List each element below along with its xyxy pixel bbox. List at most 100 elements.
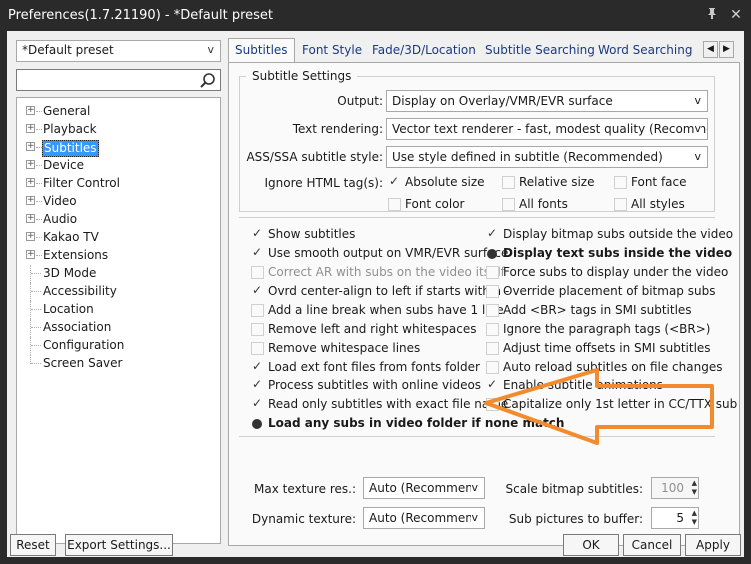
ok-button[interactable]: OK — [563, 534, 619, 556]
checkbox-check-icon — [251, 226, 264, 241]
spin-down-icon[interactable]: ▼ — [688, 518, 697, 527]
sub-pictures-buffer-spinner[interactable]: 5 ▲ ▼ — [651, 507, 699, 529]
expand-icon[interactable]: + — [26, 178, 35, 187]
checkbox-box-icon — [388, 198, 401, 211]
chevron-down-icon: v — [207, 43, 214, 56]
tab-font-style[interactable]: Font Style — [296, 41, 368, 62]
tree-item-filter-control[interactable]: + Filter Control — [17, 175, 220, 193]
tree-item-device[interactable]: + Device — [17, 157, 220, 175]
checkbox-box-icon — [486, 323, 499, 336]
export-settings-button[interactable]: Export Settings... — [65, 534, 173, 556]
tree-item-general[interactable]: + General — [17, 103, 220, 121]
chevron-down-icon: v — [694, 150, 701, 163]
checkbox-box-icon — [251, 266, 264, 279]
tab-bar: Subtitles Font Style Fade/3D/Location Su… — [228, 38, 743, 63]
radio-dot-icon — [487, 249, 497, 259]
expand-icon[interactable]: + — [26, 106, 35, 115]
tab-scroll-left-icon[interactable]: ◀ — [703, 41, 718, 58]
expand-icon[interactable]: + — [26, 196, 35, 205]
tree-item-location[interactable]: Location — [17, 301, 220, 319]
tab-subtitle-searching[interactable]: Subtitle Searching — [479, 41, 601, 62]
max-texture-select[interactable]: Auto (Recommen v — [363, 477, 485, 499]
tree-item-3d-mode[interactable]: 3D Mode — [17, 265, 220, 283]
checkbox-box-icon — [486, 398, 499, 411]
chevron-down-icon: v — [694, 94, 701, 107]
tree-item-screen-saver[interactable]: Screen Saver — [17, 355, 220, 373]
preferences-window: Preferences(1.7.21190) - *Default preset… — [0, 0, 751, 564]
checkbox-check-icon — [251, 359, 264, 374]
subtitle-settings-group: Subtitle Settings Output: Display on Ove… — [239, 69, 715, 212]
dynamic-texture-label: Dynamic texture: — [251, 512, 356, 526]
dynamic-texture-select[interactable]: Auto (Recommen v — [363, 507, 485, 529]
checkbox-box-icon — [502, 176, 515, 189]
max-texture-label: Max texture res.: — [254, 482, 356, 496]
chevron-down-icon: v — [694, 122, 701, 135]
cancel-button[interactable]: Cancel — [623, 534, 681, 556]
tab-word-searching[interactable]: Word Searching — [592, 41, 698, 62]
pin-icon[interactable] — [702, 5, 722, 25]
spin-up-icon[interactable]: ▲ — [688, 479, 697, 488]
checkbox-check-icon — [251, 396, 264, 411]
preset-value: *Default preset — [22, 43, 114, 57]
checkbox-check-icon — [251, 245, 264, 260]
tree-item-extensions[interactable]: + Extensions — [17, 247, 220, 265]
tree-item-association[interactable]: Association — [17, 319, 220, 337]
preset-select[interactable]: *Default preset v — [16, 40, 221, 62]
expand-icon[interactable]: + — [26, 160, 35, 169]
search-icon[interactable] — [199, 72, 217, 89]
checkbox-box-icon — [486, 361, 499, 374]
checkbox-box-icon — [486, 342, 499, 355]
scale-bitmap-label: Scale bitmap subtitles: — [505, 482, 643, 496]
subtitle-style-label: ASS/SSA subtitle style: — [246, 150, 383, 164]
checkbox-box-icon — [486, 285, 499, 298]
output-select[interactable]: Display on Overlay/VMR/EVR surface v — [386, 90, 708, 112]
title-bar[interactable]: Preferences(1.7.21190) - *Default preset… — [0, 0, 751, 31]
checkbox-check-icon — [486, 226, 499, 241]
tab-scroll-right-icon[interactable]: ▶ — [719, 41, 734, 58]
apply-button[interactable]: Apply — [685, 534, 741, 556]
expand-icon[interactable]: + — [26, 214, 35, 223]
close-icon[interactable]: ✕ — [726, 5, 746, 25]
expand-icon[interactable]: + — [26, 250, 35, 259]
spin-down-icon[interactable]: ▼ — [688, 488, 697, 497]
checkbox-box-icon — [486, 304, 499, 317]
tree-item-subtitles[interactable]: + Subtitles — [17, 139, 220, 157]
chevron-down-icon: v — [471, 481, 478, 494]
text-rendering-label: Text rendering: — [292, 122, 383, 136]
tree-item-accessibility[interactable]: Accessibility — [17, 283, 220, 301]
tree-item-configuration[interactable]: Configuration — [17, 337, 220, 355]
checkbox-box-icon — [251, 342, 264, 355]
reset-button[interactable]: Reset — [10, 534, 56, 556]
output-label: Output: — [337, 94, 383, 108]
separator — [239, 436, 715, 437]
settings-tree[interactable]: + General + Playback + Subtitles + Device + F… — [16, 97, 221, 544]
text-rendering-select[interactable]: Vector text renderer - fast, modest qual… — [386, 118, 708, 140]
tab-subtitles[interactable]: Subtitles — [228, 38, 295, 63]
checkbox-check-icon — [251, 283, 264, 298]
checkbox-box-icon — [486, 266, 499, 279]
max-texture-value: Auto (Recommen — [369, 481, 473, 495]
ignore-html-label: Ignore HTML tag(s): — [264, 176, 383, 190]
subtitle-style-value: Use style defined in subtitle (Recommend… — [392, 150, 663, 164]
tree-item-playback[interactable]: + Playback — [17, 121, 220, 139]
search-input[interactable] — [16, 69, 221, 91]
separator — [239, 217, 715, 218]
subtitle-style-select[interactable]: Use style defined in subtitle (Recommend… — [386, 146, 708, 168]
checkbox-box-icon — [251, 304, 264, 317]
checkbox-check-icon — [486, 377, 499, 392]
checkbox-box-icon — [251, 323, 264, 336]
checkbox-check-icon — [388, 174, 401, 189]
tab-fade-3d-location[interactable]: Fade/3D/Location — [366, 41, 482, 62]
group-title: Subtitle Settings — [246, 69, 358, 83]
spin-up-icon[interactable]: ▲ — [688, 509, 697, 518]
tree-item-audio[interactable]: + Audio — [17, 211, 220, 229]
tree-item-video[interactable]: + Video — [17, 193, 220, 211]
output-value: Display on Overlay/VMR/EVR surface — [392, 94, 613, 108]
scale-bitmap-spinner[interactable]: 100 ▲ ▼ — [651, 477, 699, 499]
checkbox-box-icon — [614, 176, 627, 189]
checkbox-box-icon — [502, 198, 515, 211]
expand-icon[interactable]: + — [26, 124, 35, 133]
tree-item-kakao-tv[interactable]: + Kakao TV — [17, 229, 220, 247]
expand-icon[interactable]: + — [26, 232, 35, 241]
expand-icon[interactable]: + — [26, 142, 35, 151]
